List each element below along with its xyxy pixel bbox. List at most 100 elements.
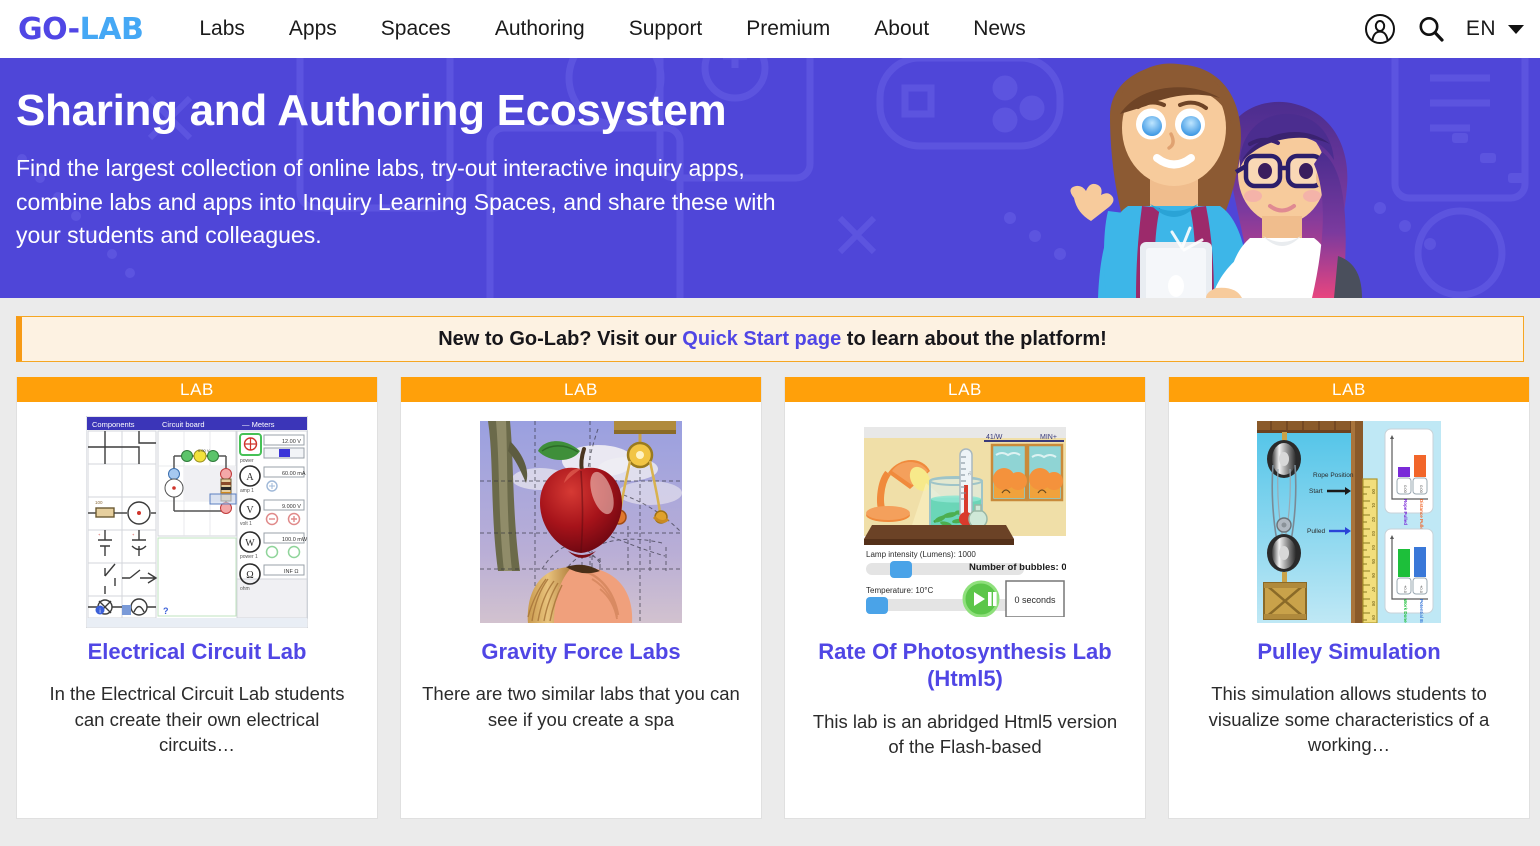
two-students-with-tablet-illustration [1070,63,1362,298]
svg-text:?: ? [163,606,169,616]
svg-text:07: 07 [1371,587,1376,593]
notice-text-after: to learn about the platform! [841,327,1107,350]
search-icon[interactable] [1416,14,1446,44]
svg-text:amp 1: amp 1 [240,488,254,494]
svg-text:01: 01 [1371,503,1376,509]
svg-text:Work Done: Work Done [1403,599,1408,623]
svg-text:03: 03 [1371,531,1376,537]
svg-text:power 1: power 1 [240,554,258,560]
svg-text:Potential Energy: Potential Energy [1419,599,1424,623]
card-thumbnail [401,402,761,638]
svg-text:Ω: Ω [246,570,253,581]
hero-content: Sharing and Authoring Ecosystem Find the… [0,58,836,253]
nav-item-spaces[interactable]: Spaces [359,0,473,58]
svg-text:02: 02 [1371,517,1376,523]
svg-text:A: A [246,472,254,483]
card-title[interactable]: Electrical Circuit Lab [17,638,377,665]
svg-text:INF Ω: INF Ω [284,569,299,575]
svg-text:41/W: 41/W [986,434,1003,441]
svg-text:06: 06 [1371,573,1376,579]
svg-text:9.000 V: 9.000 V [282,504,301,510]
nav-item-apps[interactable]: Apps [267,0,359,58]
lab-card[interactable]: LAB Components Circuit board — Meters 10… [16,377,378,819]
site-header: GO- LAB Labs Apps Spaces Authoring Suppor… [0,0,1540,58]
lab-card[interactable]: LAB [1168,377,1530,819]
nav-item-news[interactable]: News [951,0,1048,58]
card-type-badge: LAB [1169,377,1529,402]
svg-text:Temperature: 10°C: Temperature: 10°C [866,586,933,595]
svg-text:— Meters: — Meters [242,420,275,429]
nav-item-labs[interactable]: Labs [177,0,267,58]
svg-text:60.00 mA: 60.00 mA [282,471,306,477]
svg-text:MIN+: MIN+ [1040,434,1057,441]
svg-text:Lamp intensity (Lumens): 1000: Lamp intensity (Lumens): 1000 [866,550,976,559]
svg-text:Rope Position: Rope Position [1313,472,1354,479]
svg-text:°C: °C [967,471,972,476]
svg-text:i: i [99,609,100,615]
svg-text:05: 05 [1371,559,1376,565]
language-selector[interactable]: EN [1466,17,1524,41]
svg-text:Distance Pulled: Distance Pulled [1419,499,1424,533]
card-description: There are two similar labs that you can … [422,683,740,730]
hero-banner: Sharing and Authoring Ecosystem Find the… [0,58,1540,298]
notice-text-before: New to Go-Lab? Visit our [438,327,683,350]
card-type-badge: LAB [17,377,377,402]
card-type-badge: LAB [785,377,1145,402]
svg-text:+0.0: +0.0 [1403,585,1408,594]
user-account-icon[interactable] [1364,13,1396,45]
language-label: EN [1465,17,1496,40]
svg-text:0.00: 0.00 [1419,485,1424,494]
hero-title: Sharing and Authoring Ecosystem [16,86,727,135]
card-thumbnail: 00 01 02 03 04 05 06 07 08 09 Rope Posit… [1169,402,1529,638]
electrical-circuit-lab-thumbnail: Components Circuit board — Meters 100 + … [86,416,308,628]
chevron-down-icon [1508,24,1524,34]
svg-text:00: 00 [1371,489,1376,495]
lab-card-grid: LAB Components Circuit board — Meters 10… [0,362,1540,819]
svg-text:0.00 V: 0.00 V [198,448,210,453]
svg-text:12.00 V: 12.00 V [282,439,301,445]
svg-text:Start: Start [1309,488,1323,495]
svg-text:0.00: 0.00 [1403,485,1408,494]
svg-text:ohm: ohm [240,586,250,592]
svg-text:Rope Pulled: Rope Pulled [1403,499,1408,525]
svg-text:power: power [240,458,254,464]
header-actions: EN [1364,0,1524,58]
svg-text:Circuit board: Circuit board [162,420,205,429]
nav-item-authoring[interactable]: Authoring [473,0,607,58]
lab-card[interactable]: LAB [400,377,762,819]
svg-text:V: V [246,505,254,516]
logo-text-go: GO- [18,11,80,47]
nav-item-premium[interactable]: Premium [724,0,852,58]
notice-text: New to Go-Lab? Visit our Quick Start pag… [438,328,1107,351]
card-thumbnail: 41/W MIN+ °C Lamp intensity (Lumens): 10… [785,402,1145,638]
card-title[interactable]: Pulley Simulation [1169,638,1529,665]
svg-text:+0.0: +0.0 [1419,585,1424,594]
svg-text:04: 04 [1371,545,1376,551]
nav-item-support[interactable]: Support [607,0,725,58]
card-description: This lab is an abridged Html5 version of… [812,710,1118,758]
main-navigation: Labs Apps Spaces Authoring Support Premi… [177,0,1047,58]
photosynthesis-lab-thumbnail: 41/W MIN+ °C Lamp intensity (Lumens): 10… [864,427,1066,617]
svg-text:Components: Components [92,420,135,429]
card-type-badge: LAB [401,377,761,402]
site-logo[interactable]: GO- LAB [18,11,144,47]
svg-text:Number of bubbles: 0: Number of bubbles: 0 [969,562,1066,573]
card-title[interactable]: Gravity Force Labs [401,638,761,665]
lab-card[interactable]: LAB [784,377,1146,819]
gravity-force-apple-thumbnail [480,421,682,623]
logo-text-lab: LAB [79,11,144,47]
hero-subtitle: Find the largest collection of online la… [16,155,776,249]
svg-text:0 seconds: 0 seconds [1014,595,1056,605]
quick-start-page-link[interactable]: Quick Start page [682,328,841,350]
card-thumbnail: Components Circuit board — Meters 100 + … [17,402,377,638]
svg-text:volt 1: volt 1 [240,521,252,527]
card-description: This simulation allows students to visua… [1208,683,1490,756]
svg-text:100: 100 [95,500,103,505]
svg-text:08: 08 [1371,601,1376,607]
svg-text:W: W [245,538,255,549]
card-description: In the Electrical Circuit Lab students c… [49,683,345,756]
card-title[interactable]: Rate Of Photosynthesis Lab (Html5) [785,638,1145,693]
nav-item-about[interactable]: About [852,0,951,58]
svg-text:100.0 mW: 100.0 mW [282,537,308,543]
pulley-simulation-thumbnail: 00 01 02 03 04 05 06 07 08 09 Rope Posit… [1257,421,1441,623]
